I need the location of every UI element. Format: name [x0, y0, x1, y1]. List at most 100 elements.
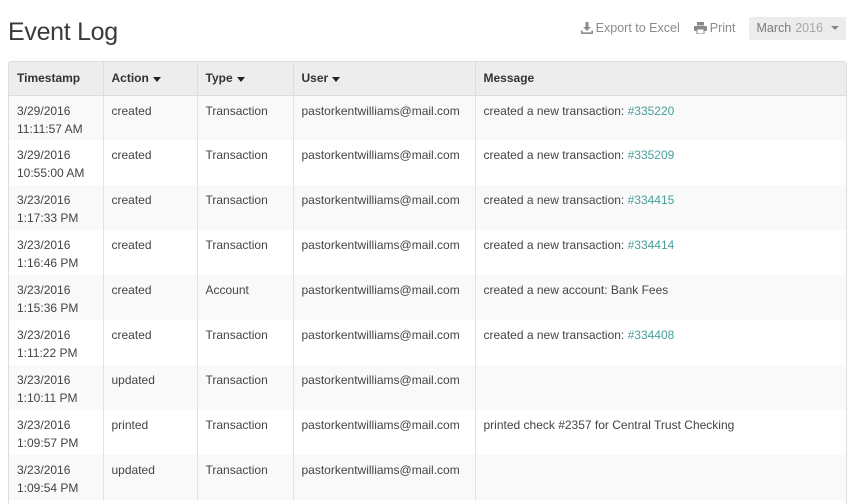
table-row: 3/23/2016 1:15:36 PM created Account pastork… — [9, 275, 846, 320]
print-button[interactable]: Print — [693, 21, 736, 35]
event-log-table: Timestamp Action Type User Message 3/29/… — [8, 61, 847, 504]
export-label: Export to Excel — [595, 21, 680, 35]
type-cell: Transaction — [197, 95, 294, 140]
table-row: 3/23/2016 1:16:46 PM created Transaction pas… — [9, 230, 846, 275]
message-text: created a new transaction: — [483, 193, 628, 207]
timestamp-date: 3/23/2016 — [17, 193, 71, 207]
toolbar: Export to Excel Print March 2016 — [580, 16, 846, 40]
timestamp-cell: 3/23/2016 1:11:22 PM — [9, 320, 104, 365]
user-cell: pastorkentwilliams@mail.com — [293, 95, 476, 140]
column-header-action[interactable]: Action — [103, 62, 198, 96]
action-cell: created — [103, 95, 198, 140]
caret-down-icon — [236, 76, 245, 82]
download-icon — [580, 22, 593, 34]
message-text: created a new transaction: — [483, 148, 628, 162]
timestamp-date: 3/23/2016 — [17, 283, 71, 297]
transaction-link[interactable]: #335220 — [628, 104, 675, 118]
chevron-down-icon — [831, 26, 839, 30]
timestamp-time: 1:15:36 PM — [17, 301, 79, 315]
user-cell: pastorkentwilliams@mail.com — [293, 275, 476, 320]
type-cell: Transaction — [197, 410, 294, 455]
timestamp-time: 1:11:22 PM — [17, 346, 78, 360]
timestamp-cell: 3/23/2016 1:16:46 PM — [9, 230, 104, 275]
transaction-link[interactable]: #335209 — [628, 148, 675, 162]
timestamp-cell: 3/23/2016 1:17:33 PM — [9, 185, 104, 230]
user-cell: pastorkentwilliams@mail.com — [293, 410, 476, 455]
timestamp-cell: 3/23/2016 1:09:57 PM — [9, 410, 104, 455]
transaction-link[interactable]: #334414 — [628, 238, 675, 252]
message-text: created a new transaction: — [483, 103, 628, 118]
action-cell: created — [103, 185, 198, 230]
transaction-link[interactable]: #334408 — [628, 328, 675, 342]
message-cell: created a new transaction: #335209 — [475, 140, 846, 185]
timestamp-cell: 3/29/2016 10:55:00 AM — [9, 140, 104, 185]
action-cell: updated — [103, 455, 198, 500]
message-text: created a new account: Bank Fees — [483, 283, 669, 297]
table-header-row: Timestamp Action Type User Message — [9, 62, 846, 96]
message-text: created a new transaction: — [483, 238, 628, 252]
timestamp-time: 10:55:00 AM — [17, 166, 85, 180]
action-cell: updated — [103, 365, 198, 410]
timestamp-time: 1:09:54 PM — [17, 481, 79, 495]
timestamp-date: 3/23/2016 — [17, 328, 71, 342]
action-cell: created — [103, 320, 198, 365]
timestamp-time: 1:09:57 PM — [17, 436, 79, 450]
print-label: Print — [709, 21, 736, 35]
timestamp-cell: 3/23/2016 1:09:54 PM — [9, 455, 104, 500]
user-cell: pastorkentwilliams@mail.com — [293, 140, 476, 185]
month-selector[interactable]: March 2016 — [749, 16, 846, 40]
timestamp-date: 3/23/2016 — [17, 373, 71, 387]
column-header-user[interactable]: User — [293, 62, 476, 96]
printer-icon — [693, 22, 707, 34]
action-cell: created — [103, 275, 198, 320]
timestamp-cell: 3/23/2016 1:15:36 PM — [9, 275, 104, 320]
month-label: March — [756, 21, 792, 35]
user-cell: pastorkentwilliams@mail.com — [293, 185, 476, 230]
year-label: 2016 — [795, 21, 823, 35]
message-text: printed check #2357 for Central Trust Ch… — [483, 418, 735, 432]
message-cell — [475, 365, 846, 410]
message-cell: created a new transaction: #334415 — [475, 185, 846, 230]
message-cell: created a new transaction: #334414 — [475, 230, 846, 275]
table-row: 3/23/2016 1:10:11 PM updated Transaction pas… — [9, 365, 846, 410]
timestamp-date: 3/23/2016 — [17, 418, 71, 432]
action-cell: created — [103, 140, 198, 185]
timestamp-time: 11:11:57 AM — [17, 121, 83, 136]
timestamp-date: 3/23/2016 — [17, 238, 71, 252]
type-cell: Transaction — [197, 140, 294, 185]
timestamp-time: 1:17:33 PM — [17, 211, 79, 225]
table-row: 3/23/2016 1:09:54 PM updated Transaction pas… — [9, 455, 846, 500]
timestamp-time: 1:16:46 PM — [17, 256, 79, 270]
column-header-timestamp: Timestamp — [9, 62, 104, 96]
column-header-message: Message — [475, 62, 846, 96]
timestamp-date: 3/29/2016 — [17, 148, 71, 162]
message-text: created a new transaction: — [483, 328, 628, 342]
user-cell: pastorkentwilliams@mail.com — [293, 320, 476, 365]
caret-down-icon — [332, 76, 341, 82]
message-cell: printed check #2357 for Central Trust Ch… — [475, 410, 846, 455]
timestamp-cell: 3/23/2016 1:10:11 PM — [9, 365, 104, 410]
type-cell: Account — [197, 275, 294, 320]
table-row: 3/29/2016 11:11:57 AM created Transaction pa… — [9, 95, 846, 140]
message-cell: created a new transaction: #335220 — [475, 95, 846, 140]
transaction-link[interactable]: #334415 — [628, 193, 675, 207]
user-cell: pastorkentwilliams@mail.com — [293, 230, 476, 275]
caret-down-icon — [152, 76, 161, 82]
action-cell: created — [103, 230, 198, 275]
timestamp-cell: 3/29/2016 11:11:57 AM — [9, 95, 104, 140]
table-row: 3/23/2016 1:09:57 PM printed Transaction pas… — [9, 410, 846, 455]
type-cell: Transaction — [197, 185, 294, 230]
timestamp-time: 1:10:11 PM — [17, 391, 78, 405]
table-row: 3/29/2016 10:55:00 AM created Transaction pa… — [9, 140, 846, 185]
column-header-type[interactable]: Type — [197, 62, 294, 96]
page-title: Event Log — [8, 18, 118, 46]
timestamp-date: 3/23/2016 — [17, 463, 71, 477]
user-cell: pastorkentwilliams@mail.com — [293, 365, 476, 410]
type-cell: Transaction — [197, 320, 294, 365]
type-cell: Transaction — [197, 230, 294, 275]
message-cell: created a new transaction: #334408 — [475, 320, 846, 365]
type-cell: Transaction — [197, 455, 294, 500]
message-cell — [475, 455, 846, 500]
timestamp-date: 3/29/2016 — [17, 103, 71, 118]
export-to-excel-button[interactable]: Export to Excel — [580, 21, 680, 35]
